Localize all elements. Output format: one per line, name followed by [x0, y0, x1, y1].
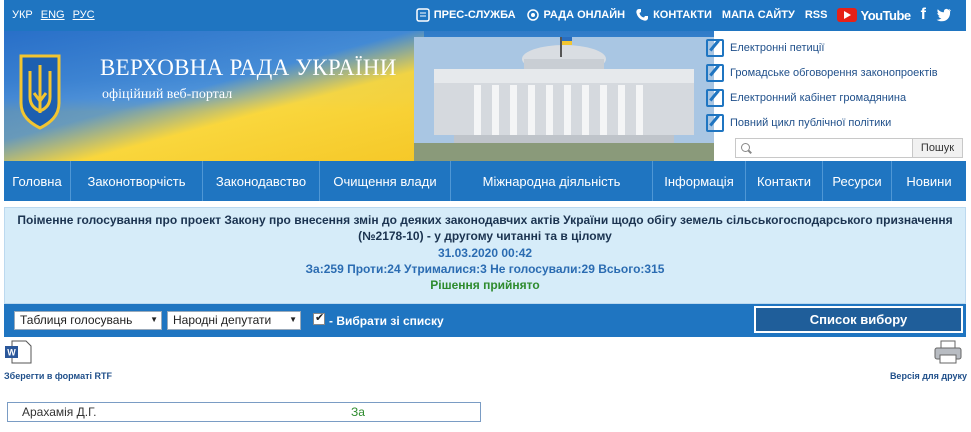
youtube-link[interactable]: YouTube	[837, 7, 911, 23]
select-from-list-label: - Вибрати зі списку	[329, 314, 444, 328]
view-select[interactable]: Таблиця голосувань	[14, 311, 162, 330]
word-document-icon: W	[5, 340, 32, 364]
save-rtf-label: Зберегти в форматі RTF	[4, 371, 113, 381]
main-nav: Головна Законотворчість Законодавство Оч…	[4, 161, 966, 201]
edit-icon	[706, 89, 724, 107]
edit-icon	[706, 39, 724, 57]
quick-links: Електронні петиції Громадське обговоренн…	[706, 36, 966, 136]
nav-home[interactable]: Головна	[4, 161, 71, 201]
youtube-label: YouTube	[860, 7, 911, 23]
parliament-building-image	[414, 37, 714, 161]
link-citizen-cabinet[interactable]: Електронний кабінет громадянина	[706, 86, 966, 110]
deputy-vote: За	[351, 405, 365, 419]
press-icon	[415, 8, 430, 22]
nav-lawmaking[interactable]: Законотворчість	[71, 161, 203, 201]
vote-totals: За:259 Проти:24 Утрималися:3 Не голосува…	[305, 262, 665, 276]
online-label: РАДА ОНЛАЙН	[543, 9, 626, 21]
press-link[interactable]: ПРЕС-СЛУЖБА	[415, 8, 516, 22]
online-link[interactable]: РАДА ОНЛАЙН	[526, 8, 626, 22]
nav-legislation[interactable]: Законодавство	[203, 161, 320, 201]
print-version-link[interactable]: Версія для друку	[875, 340, 967, 381]
select-from-list-checkbox[interactable]	[313, 311, 325, 325]
broadcast-icon	[526, 9, 539, 21]
search-bar: Пошук	[735, 138, 963, 158]
youtube-icon	[837, 8, 858, 22]
link-e-petitions[interactable]: Електронні петиції	[706, 36, 966, 60]
contacts-label: КОНТАКТИ	[653, 9, 712, 21]
deputy-name[interactable]: Арахамія Д.Г.	[8, 405, 148, 419]
table-row: Арахамія Д.Г. За	[7, 402, 481, 422]
vote-result-panel: Поіменне голосування про проект Закону п…	[4, 207, 966, 304]
trident-emblem-icon	[19, 54, 61, 130]
facebook-icon[interactable]: f	[921, 6, 926, 24]
vote-datetime: 31.03.2020 00:42	[437, 246, 533, 260]
search-button[interactable]: Пошук	[913, 138, 963, 158]
nav-resources[interactable]: Ресурси	[823, 161, 892, 201]
vote-decision: Рішення прийнято	[430, 278, 540, 292]
page: УКР ENG РУС ПРЕС-СЛУЖБА РАДА ОНЛАЙН КОНТ…	[0, 0, 971, 432]
vote-question: Поіменне голосування про проект Закону п…	[17, 213, 953, 243]
nav-international[interactable]: Міжнародна діяльність	[451, 161, 653, 201]
rss-link[interactable]: RSS	[805, 9, 828, 21]
nav-information[interactable]: Інформація	[653, 161, 746, 201]
link-public-policy[interactable]: Повний цикл публічної політики	[706, 111, 966, 135]
filter-bar: Таблиця голосувань Народні депутати - Ви…	[4, 304, 966, 337]
nav-contacts[interactable]: Контакти	[746, 161, 823, 201]
printer-icon	[934, 340, 962, 364]
lang-rus[interactable]: РУС	[73, 9, 95, 21]
press-label: ПРЕС-СЛУЖБА	[433, 9, 516, 21]
site-subtitle: офіційний веб-портал	[102, 87, 233, 102]
link-public-discussion-label: Громадське обговорення законопроектів	[730, 67, 938, 79]
phone-icon	[636, 9, 649, 21]
contacts-link[interactable]: КОНТАКТИ	[635, 8, 712, 22]
sitemap-link[interactable]: МАПА САЙТУ	[722, 9, 795, 21]
lang-eng[interactable]: ENG	[41, 9, 65, 21]
edit-icon	[706, 64, 724, 82]
nav-news[interactable]: Новини	[892, 161, 966, 201]
twitter-icon[interactable]	[936, 8, 952, 22]
link-e-petitions-label: Електронні петиції	[730, 42, 825, 54]
print-version-label: Версія для друку	[889, 371, 967, 381]
save-rtf-link[interactable]: W Зберегти в форматі RTF	[4, 340, 112, 381]
svg-text:W: W	[7, 348, 16, 358]
nav-lustration[interactable]: Очищення влади	[320, 161, 451, 201]
link-public-policy-label: Повний цикл публічної політики	[730, 117, 892, 129]
language-switcher: УКР ENG РУС	[12, 9, 95, 21]
group-select[interactable]: Народні депутати	[167, 311, 301, 330]
selection-list-button[interactable]: Список вибору	[754, 306, 963, 333]
search-input[interactable]	[735, 138, 913, 158]
header-banner: ВЕРХОВНА РАДА УКРАЇНИ офіційний веб-порт…	[4, 31, 714, 161]
top-tools: ПРЕС-СЛУЖБА РАДА ОНЛАЙН КОНТАКТИ МАПА СА…	[415, 6, 952, 24]
site-title: ВЕРХОВНА РАДА УКРАЇНИ	[100, 55, 397, 80]
link-citizen-cabinet-label: Електронний кабінет громадянина	[730, 92, 907, 104]
link-public-discussion[interactable]: Громадське обговорення законопроектів	[706, 61, 966, 85]
top-bar: УКР ENG РУС ПРЕС-СЛУЖБА РАДА ОНЛАЙН КОНТ…	[4, 0, 966, 31]
lang-ukr[interactable]: УКР	[12, 9, 33, 21]
edit-icon	[706, 114, 724, 132]
